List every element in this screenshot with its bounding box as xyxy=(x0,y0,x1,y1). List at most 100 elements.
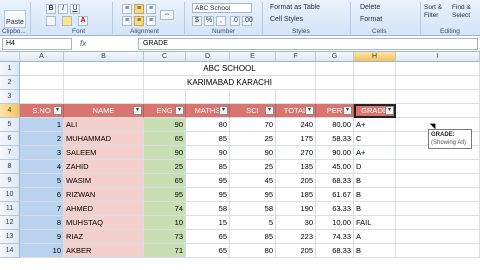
align-left-button[interactable]: ≡ xyxy=(122,16,132,26)
cell-styles-button[interactable]: Cell Styles xyxy=(270,16,303,23)
table-cell[interactable]: AKBER xyxy=(64,244,144,258)
grid-cell[interactable] xyxy=(396,76,480,90)
grid-cell[interactable] xyxy=(316,62,354,76)
align-top-button[interactable]: ≡ xyxy=(122,4,132,14)
table-cell[interactable]: 63.33 xyxy=(316,202,354,216)
grid-cell[interactable] xyxy=(20,76,64,90)
align-bottom-button[interactable]: ≡ xyxy=(146,4,156,14)
grid-cell[interactable] xyxy=(396,160,480,174)
row-header-12[interactable]: 12 xyxy=(0,216,20,230)
grid-cell[interactable] xyxy=(276,90,316,104)
table-cell[interactable]: 3 xyxy=(20,146,64,160)
grid-cell[interactable] xyxy=(64,62,144,76)
table-cell[interactable]: 80 xyxy=(230,244,276,258)
table-cell[interactable]: 25 xyxy=(144,160,186,174)
header-cell-per[interactable]: PER ▾ xyxy=(316,104,354,118)
grid-cell[interactable] xyxy=(396,216,480,230)
filter-dropdown-icon[interactable]: ▾ xyxy=(175,106,184,115)
header-cell-eng[interactable]: ENG ▾ xyxy=(144,104,186,118)
grid-cell[interactable] xyxy=(186,90,230,104)
table-cell[interactable]: 135 xyxy=(276,160,316,174)
table-cell[interactable]: AHMED xyxy=(64,202,144,216)
table-cell[interactable]: 2 xyxy=(20,132,64,146)
grid-cell[interactable] xyxy=(396,202,480,216)
percent-button[interactable]: % xyxy=(204,16,214,26)
table-cell[interactable]: 45 xyxy=(230,174,276,188)
grid-cell[interactable] xyxy=(64,90,144,104)
table-cell[interactable]: RIZWAN xyxy=(64,188,144,202)
table-cell[interactable]: 9 xyxy=(20,230,64,244)
column-header-a[interactable]: A xyxy=(20,52,64,62)
table-cell[interactable]: B xyxy=(354,174,396,188)
filter-dropdown-icon[interactable]: ▾ xyxy=(53,106,62,115)
table-cell[interactable]: WASIM xyxy=(64,174,144,188)
table-cell[interactable]: SALEEM xyxy=(64,146,144,160)
table-cell[interactable]: MUHSTAQ xyxy=(64,216,144,230)
table-cell[interactable]: 58 xyxy=(186,202,230,216)
paste-button[interactable]: Paste xyxy=(4,10,26,28)
filter-dropdown-icon[interactable]: ▾ xyxy=(305,106,314,115)
table-cell[interactable]: 73 xyxy=(144,230,186,244)
filter-dropdown-icon[interactable]: ▾ xyxy=(343,106,352,115)
table-cell[interactable]: 5 xyxy=(20,174,64,188)
table-cell[interactable]: RIAZ xyxy=(64,230,144,244)
filter-dropdown-icon[interactable]: ▾ xyxy=(385,106,394,115)
table-cell[interactable]: ALI xyxy=(64,118,144,132)
table-cell[interactable]: 80.00 xyxy=(316,118,354,132)
school-title[interactable]: ABC SCHOOL xyxy=(144,62,316,76)
table-cell[interactable]: 70 xyxy=(230,118,276,132)
grid-cell[interactable] xyxy=(396,244,480,258)
number-format-dropdown[interactable]: ABC School xyxy=(192,3,252,13)
table-cell[interactable]: 4 xyxy=(20,160,64,174)
row-header-14[interactable]: 14 xyxy=(0,244,20,258)
format-as-table-button[interactable]: Format as Table xyxy=(270,4,320,11)
column-header-i[interactable]: I xyxy=(396,52,480,62)
merge-center-button[interactable]: ⇔ xyxy=(160,10,174,20)
header-cell-maths[interactable]: MATHS ▾ xyxy=(186,104,230,118)
table-cell[interactable]: 1 xyxy=(20,118,64,132)
grid-cell[interactable] xyxy=(396,174,480,188)
delete-button[interactable]: Delete xyxy=(360,4,380,11)
grid-cell[interactable] xyxy=(354,62,396,76)
table-cell[interactable]: 85 xyxy=(230,230,276,244)
increase-decimal-button[interactable]: .0 xyxy=(230,16,240,26)
row-header-2[interactable]: 2 xyxy=(0,76,20,90)
table-cell[interactable]: 30 xyxy=(276,216,316,230)
font-color-button[interactable]: A xyxy=(78,16,88,26)
comma-button[interactable]: , xyxy=(216,16,226,26)
column-header-b[interactable]: B xyxy=(64,52,144,62)
grid-cell[interactable] xyxy=(354,76,396,90)
row-header-4[interactable]: 4 xyxy=(0,104,20,118)
table-cell[interactable]: FAIL xyxy=(354,216,396,230)
grid-cell[interactable] xyxy=(20,90,64,104)
table-cell[interactable]: 8 xyxy=(20,216,64,230)
table-cell[interactable]: 45.00 xyxy=(316,160,354,174)
filter-dropdown-icon[interactable]: ▾ xyxy=(265,106,274,115)
name-box[interactable]: H4 xyxy=(2,38,72,50)
table-cell[interactable]: A xyxy=(354,230,396,244)
filter-dropdown-icon[interactable]: ▾ xyxy=(219,106,228,115)
fill-color-button[interactable] xyxy=(62,16,72,26)
column-header-e[interactable]: E xyxy=(230,52,276,62)
column-header-d[interactable]: D xyxy=(186,52,230,62)
table-cell[interactable]: 25 xyxy=(230,132,276,146)
table-cell[interactable]: 7 xyxy=(20,202,64,216)
grid-cell[interactable] xyxy=(354,90,396,104)
row-header-8[interactable]: 8 xyxy=(0,160,20,174)
row-header-13[interactable]: 13 xyxy=(0,230,20,244)
table-cell[interactable]: A+ xyxy=(354,118,396,132)
table-cell[interactable]: 65 xyxy=(144,174,186,188)
table-cell[interactable]: 61.67 xyxy=(316,188,354,202)
table-cell[interactable]: 65 xyxy=(186,230,230,244)
table-cell[interactable]: 65 xyxy=(144,132,186,146)
table-cell[interactable]: 90 xyxy=(144,118,186,132)
table-cell[interactable]: 95 xyxy=(186,188,230,202)
grid-cell[interactable] xyxy=(316,76,354,90)
grid-cell[interactable] xyxy=(144,90,186,104)
table-cell[interactable]: 65 xyxy=(186,244,230,258)
school-address[interactable]: KARIMABAD KARACHI xyxy=(144,76,316,90)
italic-button[interactable]: I xyxy=(58,4,68,14)
table-cell[interactable]: 85 xyxy=(186,132,230,146)
grid-cell[interactable] xyxy=(396,230,480,244)
table-cell[interactable]: 95 xyxy=(230,188,276,202)
